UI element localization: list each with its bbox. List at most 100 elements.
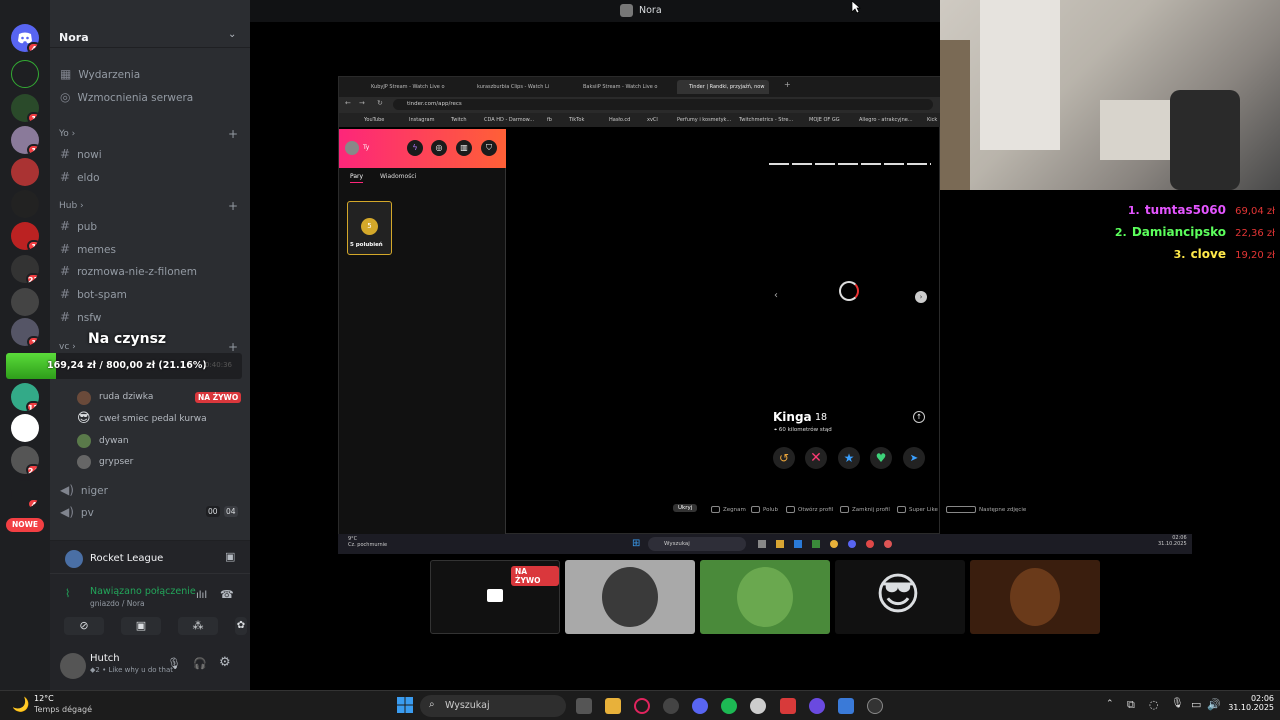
participant-tile[interactable] (565, 560, 695, 634)
channel-item[interactable]: # nowi (60, 147, 102, 161)
shield-icon[interactable]: ⛉ (481, 140, 497, 156)
back-icon[interactable]: ← (345, 99, 351, 107)
server-icon[interactable] (11, 158, 39, 186)
soundboard-button[interactable]: ✿ (235, 617, 247, 635)
activity-icon[interactable]: ▣ (225, 550, 235, 563)
channel-item[interactable]: # pub (60, 219, 97, 233)
bookmark[interactable]: MOJE OF GG (809, 117, 840, 123)
task-view-icon[interactable] (576, 698, 592, 714)
screen-share-button[interactable]: ▣ (121, 617, 161, 635)
prev-photo-icon[interactable]: ‹ (774, 290, 778, 301)
tray-icon[interactable]: ⧉ (1127, 698, 1135, 712)
obs-icon[interactable] (867, 698, 883, 714)
channel-item[interactable]: # bot-spam (60, 287, 127, 301)
channel-item[interactable]: # eldo (60, 170, 100, 184)
taskbar-search[interactable]: ⌕ Wyszukaj (420, 695, 566, 717)
forward-icon[interactable]: → (359, 99, 365, 107)
participant-tile[interactable] (700, 560, 830, 634)
browser-tab[interactable]: kuraszburbia Clips - Watch Li (465, 80, 570, 94)
app-icon[interactable] (750, 698, 766, 714)
app-icon[interactable] (663, 698, 679, 714)
noise-suppression-icon[interactable]: ılıl (196, 590, 207, 601)
server-icon[interactable]: 1 (11, 94, 39, 122)
voice-location[interactable]: gniazdo / Nora (90, 599, 145, 608)
microphone-icon[interactable]: 🎙 (1171, 698, 1184, 709)
tab-matches[interactable]: Pary (350, 173, 364, 183)
username[interactable]: Hutch (90, 653, 120, 664)
server-icon[interactable] (11, 190, 39, 218)
bookmark[interactable]: CDA HD - Darmow... (484, 117, 534, 123)
server-icon[interactable]: 24 (11, 446, 39, 474)
microphone-icon[interactable]: 🎙 (167, 657, 181, 670)
boost-button[interactable]: ➤ (903, 447, 925, 469)
bookmark[interactable]: Kick (927, 117, 937, 123)
discord-icon[interactable] (692, 698, 708, 714)
opera-icon[interactable] (634, 698, 650, 714)
monitor-icon[interactable]: ▭ (1191, 698, 1201, 711)
windows-start-icon[interactable] (396, 696, 414, 714)
bookmark[interactable]: Allegro - atrakcyjne... (859, 117, 913, 123)
hide-hints-button[interactable]: Ukryj (673, 504, 698, 512)
address-bar[interactable]: tinder.com/app/recs (393, 99, 933, 110)
avatar[interactable] (345, 141, 359, 155)
server-icon[interactable] (11, 288, 39, 316)
weather-temp[interactable]: 12°C (34, 694, 54, 703)
likes-card[interactable]: 5 5 polubień (347, 201, 392, 255)
chevron-down-icon[interactable]: ⌄ (228, 29, 236, 40)
add-channel-icon[interactable]: + (228, 127, 238, 141)
bookmark[interactable]: YouTube (364, 117, 384, 123)
bookmark[interactable]: Hasło.cd (609, 117, 630, 123)
super-like-button[interactable]: ★ (838, 447, 860, 469)
voice-user[interactable]: dywan (77, 434, 242, 448)
info-icon[interactable]: ↑ (913, 411, 925, 423)
tab-messages[interactable]: Wiadomości (380, 173, 416, 180)
participant-tile[interactable]: 😎 (835, 560, 965, 634)
server-icon[interactable]: 4 (11, 480, 39, 508)
new-tab-icon[interactable]: + (784, 80, 791, 89)
browser-tab-active[interactable]: Tinder | Randki, przyjaźń, now (677, 80, 769, 94)
chevron-up-icon[interactable]: ⌃ (1106, 699, 1114, 709)
voice-user[interactable]: grypser (77, 455, 242, 469)
voice-status[interactable]: Nawiązano połączenie (90, 586, 196, 597)
bookmark[interactable]: Twitchmetrics - Stre... (739, 117, 793, 123)
gift-icon[interactable]: ▥ (456, 140, 472, 156)
clock[interactable]: 02:06 31.10.2025 (1218, 694, 1274, 712)
like-button[interactable]: ♥ (870, 447, 892, 469)
gear-icon[interactable]: ⚙ (219, 655, 231, 670)
voice-user[interactable]: 😎 cweł smiec pedal kurwa (77, 411, 242, 426)
bookmark[interactable]: Instagram (409, 117, 434, 123)
new-unreads-pill[interactable]: NOWE (6, 518, 44, 532)
app-icon[interactable] (809, 698, 825, 714)
browser-tab[interactable]: KubyJP Stream - Watch Live o (359, 80, 464, 94)
discord-home-icon[interactable]: 4 (11, 24, 39, 52)
bookmark[interactable]: TikTok (569, 117, 584, 123)
server-icon[interactable] (11, 60, 39, 88)
avatar[interactable] (60, 653, 86, 679)
reload-icon[interactable]: ↻ (377, 99, 383, 107)
server-icon[interactable]: 1 (11, 318, 39, 346)
browser-tab[interactable]: BaksiiP Stream - Watch Live o (571, 80, 676, 94)
bookmark[interactable]: xvCl (647, 117, 658, 123)
tray-icon[interactable]: ◌ (1149, 698, 1159, 711)
bookmark[interactable]: fb (547, 117, 552, 123)
file-explorer-icon[interactable] (605, 698, 621, 714)
server-header[interactable]: Nora ⌄ (50, 0, 250, 48)
activities-button[interactable]: ⁂ (178, 617, 218, 635)
category-header[interactable]: Yo › (59, 129, 75, 139)
next-photo-icon[interactable]: › (915, 291, 927, 303)
headphones-icon[interactable]: 🎧 (193, 657, 207, 670)
events-item[interactable]: ▦ Wydarzenia (60, 67, 140, 81)
voice-channel-item[interactable]: ◀) niger (60, 483, 108, 497)
weather-desc[interactable]: Temps dégagé (34, 705, 92, 714)
add-channel-icon[interactable]: + (228, 199, 238, 213)
server-icon[interactable]: 21 (11, 255, 39, 283)
server-icon[interactable]: 12 (11, 383, 39, 411)
channel-item[interactable]: # rozmowa-nie-z-filonem (60, 264, 197, 278)
explore-icon[interactable]: ◎ (431, 140, 447, 156)
boosts-item[interactable]: ◎ Wzmocnienia serwera (60, 90, 193, 104)
server-icon[interactable]: 1 (11, 222, 39, 250)
bookmark[interactable]: Perfumy i kosmetyk... (677, 117, 731, 123)
app-icon[interactable] (838, 698, 854, 714)
spotify-icon[interactable] (721, 698, 737, 714)
disconnect-icon[interactable]: ☎ (220, 588, 234, 601)
